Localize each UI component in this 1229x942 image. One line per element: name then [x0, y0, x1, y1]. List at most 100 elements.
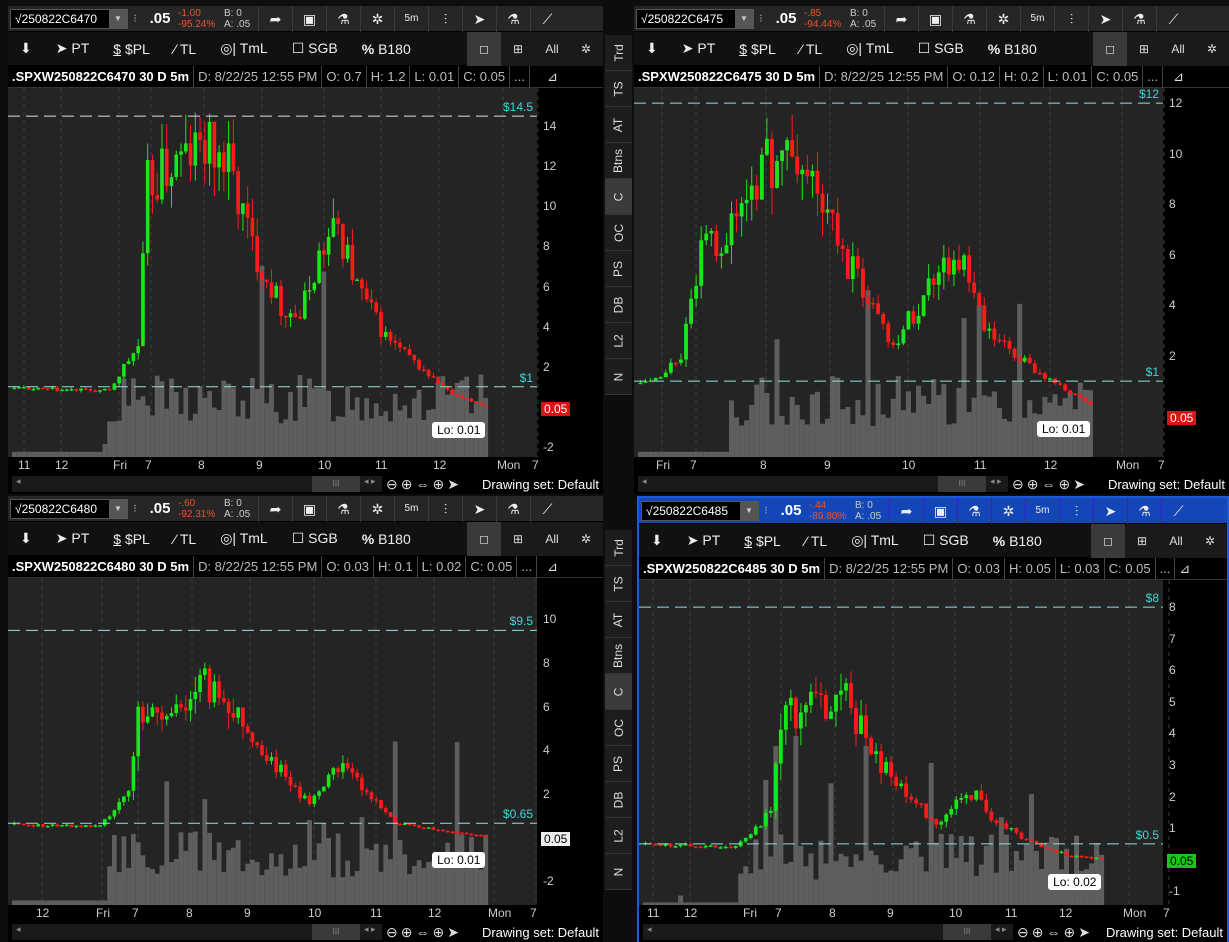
side-tab-n[interactable]: N	[605, 359, 632, 395]
pointer-icon[interactable]: ➤	[1078, 924, 1093, 940]
side-tab-l2[interactable]: L2	[605, 818, 632, 854]
link-icon[interactable]: ⁝	[128, 12, 142, 25]
more-button[interactable]: ...	[1143, 65, 1164, 88]
price-chart[interactable]: $14.5$114121086420-20.05Lo: 0.01	[8, 88, 603, 457]
horizontal-scrollbar[interactable]: ◂ III ◂ ▸	[638, 476, 1008, 492]
drawing-button[interactable]: ⟋	[1161, 498, 1195, 524]
pl-button[interactable]: $ $PL	[727, 41, 788, 57]
pan-icon[interactable]: ⇔	[415, 476, 432, 492]
timeline-button[interactable]: ◎| TmL	[208, 40, 280, 57]
price-chart[interactable]: $9.5$0.651086420-20.05Lo: 0.01	[8, 578, 603, 905]
price-tool-button[interactable]: ➤ PT	[670, 40, 728, 57]
gear-button[interactable]: ✲	[360, 6, 394, 32]
gear-button[interactable]: ✲	[360, 496, 394, 522]
timeframe-button[interactable]: 5m	[1025, 498, 1059, 524]
pan-icon[interactable]: ⇔	[1041, 476, 1058, 492]
zoom-in-icon[interactable]: ⊕	[1032, 924, 1047, 940]
side-tab-l2[interactable]: L2	[605, 323, 632, 359]
all-icon[interactable]: All	[535, 521, 569, 556]
settings-gear-icon[interactable]: ✲	[569, 521, 603, 556]
side-tab-ts[interactable]: TS	[605, 566, 632, 602]
chart-style-icon[interactable]: ⊿	[1175, 558, 1227, 580]
price-tool-button[interactable]: ➤ PT	[44, 40, 102, 57]
settings-gear-icon[interactable]: ✲	[569, 31, 603, 66]
single-layout-icon[interactable]: ◻	[1093, 31, 1127, 66]
gear-button[interactable]: ✲	[991, 498, 1025, 524]
sgb-button[interactable]: ☐ SGB	[911, 532, 981, 549]
zoom-out-icon[interactable]: ⊖	[386, 476, 401, 492]
crosshair-icon[interactable]: ⊕	[1063, 924, 1078, 940]
timeframe-button[interactable]: 5m	[394, 496, 428, 522]
trendline-button[interactable]: ⁄ TL	[162, 41, 208, 57]
side-tab-ps[interactable]: PS	[605, 251, 632, 287]
pin-button[interactable]: ⬇	[8, 530, 44, 547]
timeframe-button[interactable]: 5m	[1020, 6, 1054, 32]
horizontal-scrollbar[interactable]: ◂ III ◂ ▸	[12, 924, 382, 940]
pan-icon[interactable]: ⇔	[415, 924, 432, 940]
drawing-set-selector[interactable]: Drawing set: Default	[482, 477, 599, 492]
studies-button[interactable]: ⚗	[496, 6, 530, 32]
pointer-icon[interactable]: ➤	[1073, 476, 1088, 492]
trendline-button[interactable]: ⁄ TL	[788, 41, 834, 57]
trendline-button[interactable]: ⁄ TL	[793, 533, 839, 549]
timeline-button[interactable]: ◎| TmL	[208, 530, 280, 547]
price-tool-button[interactable]: ➤ PT	[44, 530, 102, 547]
b180-button[interactable]: % B180	[350, 41, 423, 57]
zoom-in-icon[interactable]: ⊕	[1027, 476, 1042, 492]
chevron-down-icon[interactable]: ▼	[740, 501, 758, 520]
settings-gear-icon[interactable]: ✲	[1195, 31, 1229, 66]
grid-layout-icon[interactable]: ⊞	[501, 31, 535, 66]
side-tab-btns[interactable]: Btns	[605, 143, 632, 179]
share-button[interactable]: ➦	[258, 6, 292, 32]
zoom-out-icon[interactable]: ⊖	[1017, 924, 1032, 940]
share-button[interactable]: ➦	[258, 496, 292, 522]
more-button[interactable]: ...	[510, 65, 530, 88]
candles-button[interactable]: ⫶	[428, 6, 462, 32]
scrollbar-thumb[interactable]: III	[938, 476, 986, 492]
link-icon[interactable]: ⁝	[128, 502, 142, 515]
pin-button[interactable]: ⬇	[639, 532, 675, 549]
timeline-button[interactable]: ◎| TmL	[834, 40, 906, 57]
b180-button[interactable]: % B180	[981, 533, 1054, 549]
scrollbar-thumb[interactable]: III	[312, 924, 360, 940]
drawing-set-selector[interactable]: Drawing set: Default	[1108, 477, 1225, 492]
trendline-button[interactable]: ⁄ TL	[162, 531, 208, 547]
gear-button[interactable]: ✲	[986, 6, 1020, 32]
drawing-button[interactable]: ⟋	[1156, 6, 1190, 32]
share-button[interactable]: ➦	[884, 6, 918, 32]
studies-button[interactable]: ⚗	[1127, 498, 1161, 524]
studies-button[interactable]: ⚗	[1122, 6, 1156, 32]
chart-style-icon[interactable]: ⊿	[1169, 66, 1229, 88]
pin-button[interactable]: ⬇	[634, 40, 670, 57]
chevron-down-icon[interactable]: ▼	[109, 499, 127, 518]
b180-button[interactable]: % B180	[976, 41, 1049, 57]
scrollbar-thumb[interactable]: III	[312, 476, 360, 492]
side-tab-ps[interactable]: PS	[605, 746, 632, 782]
pointer-icon[interactable]: ➤	[447, 924, 462, 940]
all-icon[interactable]: All	[535, 31, 569, 66]
horizontal-scrollbar[interactable]: ◂ III ◂ ▸	[643, 924, 1013, 940]
pl-button[interactable]: $ $PL	[101, 531, 162, 547]
share-button[interactable]: ➦	[889, 498, 923, 524]
timeline-button[interactable]: ◎| TmL	[839, 532, 911, 549]
candles-button[interactable]: ⫶	[1054, 6, 1088, 32]
chart-style-icon[interactable]: ⊿	[543, 556, 603, 578]
pointer-icon[interactable]: ➤	[447, 476, 462, 492]
side-tab-c[interactable]: C	[605, 674, 632, 710]
side-tab-db[interactable]: DB	[605, 287, 632, 323]
alert-button[interactable]: ▣	[918, 6, 952, 32]
side-tab-ts[interactable]: TS	[605, 71, 632, 107]
alert-button[interactable]: ▣	[292, 6, 326, 32]
symbol-input[interactable]: √250822C6480 ▼	[10, 498, 128, 519]
sgb-button[interactable]: ☐ SGB	[906, 40, 976, 57]
cursor-button[interactable]: ➤	[462, 496, 496, 522]
flask-button[interactable]: ⚗	[326, 496, 360, 522]
side-tab-db[interactable]: DB	[605, 782, 632, 818]
drawing-button[interactable]: ⟋	[530, 496, 564, 522]
sgb-button[interactable]: ☐ SGB	[280, 40, 350, 57]
candles-button[interactable]: ⫶	[1059, 498, 1093, 524]
side-tab-n[interactable]: N	[605, 854, 632, 890]
timeframe-button[interactable]: 5m	[394, 6, 428, 32]
zoom-in-icon[interactable]: ⊕	[401, 476, 416, 492]
scrollbar-thumb[interactable]: III	[943, 924, 991, 940]
